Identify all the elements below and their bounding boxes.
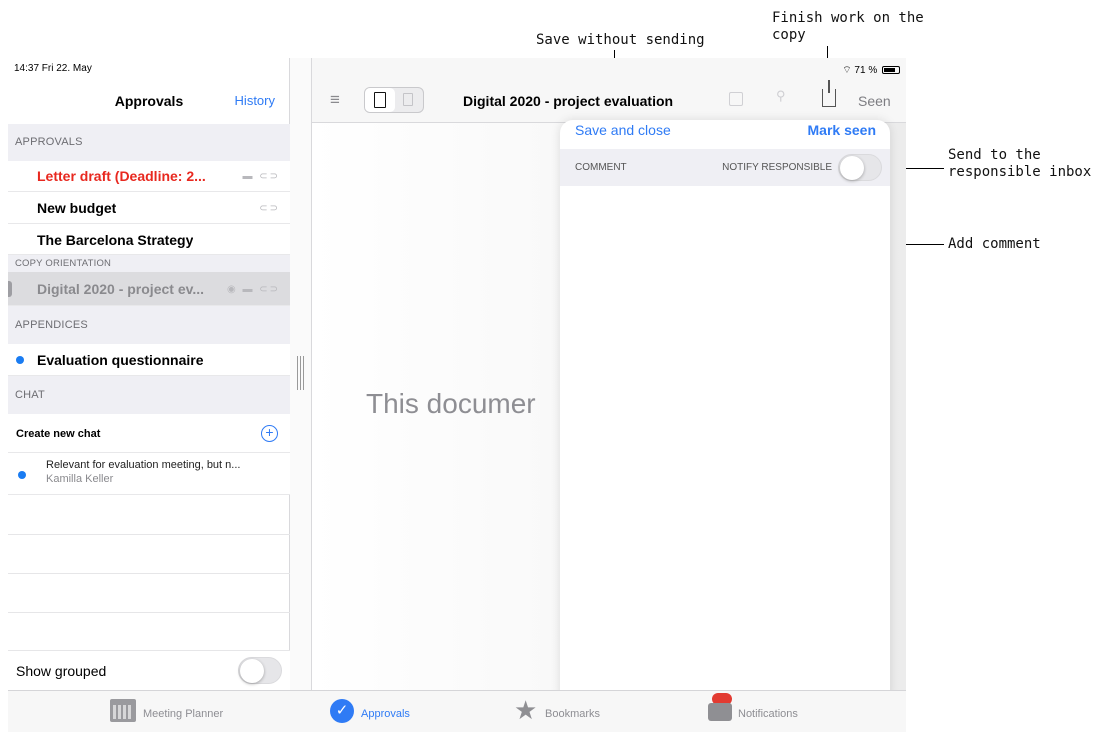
save-and-close-button[interactable]: Save and close	[575, 122, 671, 138]
approval-item-barcelona-strategy[interactable]: The Barcelona Strategy	[8, 224, 290, 255]
callout-send-to-inbox: Send to the responsible inbox	[948, 147, 1092, 180]
document-toolbar: ⌔ 71 % ≡ Digital 2020 - project evaluati…	[312, 58, 906, 123]
drag-handle-icon[interactable]	[297, 356, 304, 390]
status-time: 14:37 Fri 22. May	[14, 63, 92, 74]
appendix-item-evaluation-questionnaire[interactable]: Evaluation questionnaire	[8, 344, 290, 376]
show-grouped-label: Show grouped	[16, 663, 107, 679]
document-view-icon[interactable]	[365, 88, 395, 112]
tab-notifications[interactable]: Notifications	[706, 691, 826, 732]
list-separator	[8, 573, 290, 574]
battery-icon	[882, 66, 900, 74]
notification-bubble-icon	[708, 703, 732, 721]
section-header-approvals: APPROVALS	[8, 124, 290, 161]
list-separator	[8, 612, 290, 613]
calendar-icon	[110, 699, 136, 722]
show-grouped-row: Show grouped	[8, 650, 290, 690]
appendix-item-label: Evaluation questionnaire	[37, 352, 204, 368]
document-title: Digital 2020 - project evaluation	[463, 93, 674, 109]
callout-add-comment: Add comment	[948, 236, 1041, 252]
split-view-divider[interactable]	[290, 58, 312, 690]
chat-author: Kamilla Keller	[46, 473, 114, 485]
comment-textarea[interactable]	[560, 186, 890, 706]
create-new-chat-label: Create new chat	[16, 428, 101, 440]
ipad-screen: 14:37 Fri 22. May Approvals History APPR…	[8, 58, 906, 732]
callout-finish-work: Finish work on the copy	[772, 10, 924, 43]
approval-item-label: Letter draft (Deadline: 2...	[37, 168, 206, 184]
wifi-icon: ⌔	[842, 65, 852, 76]
tab-label: Bookmarks	[545, 708, 601, 720]
approval-item-letter-draft[interactable]: Letter draft (Deadline: 2... ▬ ⊂⊃	[8, 161, 290, 192]
edit-icon[interactable]	[729, 92, 743, 106]
bottom-tab-bar: Meeting Planner ✓ Approvals ★ Bookmarks …	[8, 690, 906, 732]
section-header-appendices: APPENDICES	[8, 306, 290, 344]
mark-seen-button[interactable]: Mark seen	[808, 122, 876, 138]
notify-responsible-label: NOTIFY RESPONSIBLE	[722, 162, 832, 173]
section-header-chat: CHAT	[8, 376, 290, 414]
attachment-icon: ⊂⊃	[259, 203, 280, 214]
comment-label: COMMENT	[575, 162, 627, 173]
menu-icon[interactable]: ≡	[330, 90, 340, 110]
show-grouped-toggle[interactable]	[238, 657, 282, 684]
tab-label: Notifications	[738, 708, 798, 720]
star-icon: ★	[514, 695, 538, 725]
comment-attachment-icons: ▬ ⊂⊃	[242, 171, 280, 182]
approval-item-label: The Barcelona Strategy	[37, 232, 194, 248]
tab-approvals[interactable]: ✓ Approvals	[330, 691, 440, 732]
callout-save-without-sending: Save without sending	[536, 32, 705, 48]
search-icon[interactable]: ⚲	[776, 88, 786, 104]
tab-bookmarks[interactable]: ★ Bookmarks	[514, 691, 634, 732]
seen-button[interactable]: Seen	[858, 93, 891, 109]
document-message: This documer	[366, 388, 536, 419]
approval-item-new-budget[interactable]: New budget ⊂⊃	[8, 192, 290, 224]
notify-responsible-toggle[interactable]	[838, 154, 882, 181]
comment-header: COMMENT NOTIFY RESPONSIBLE	[560, 149, 890, 186]
checkmark-badge-icon: ✓	[330, 699, 354, 723]
unread-dot-icon	[16, 356, 24, 364]
list-separator	[8, 534, 290, 535]
create-new-chat-row[interactable]: Create new chat +	[8, 414, 290, 453]
tab-label: Approvals	[361, 708, 410, 720]
selected-indicator	[8, 281, 12, 297]
tab-label: Meeting Planner	[143, 708, 224, 720]
status-indicators: ⌔ 71 %	[842, 64, 900, 77]
battery-percent: 71 %	[854, 65, 878, 76]
copy-orientation-item[interactable]: Digital 2020 - project ev... ◉ ▬ ⊂⊃	[8, 272, 290, 306]
left-panel: 14:37 Fri 22. May Approvals History APPR…	[8, 58, 290, 690]
tab-meeting-planner[interactable]: Meeting Planner	[108, 691, 238, 732]
unread-dot-icon	[18, 471, 26, 479]
share-icon[interactable]	[822, 80, 836, 107]
chat-list-item[interactable]: Relevant for evaluation meeting, but n..…	[8, 453, 290, 495]
history-button[interactable]: History	[235, 93, 275, 108]
edit-view-icon[interactable]	[403, 93, 413, 106]
copy-orientation-label: Digital 2020 - project ev...	[37, 281, 205, 297]
eye-comment-attachment-icons: ◉ ▬ ⊂⊃	[226, 284, 280, 295]
chat-message-preview: Relevant for evaluation meeting, but n..…	[46, 459, 241, 471]
section-header-copy-orientation: COPY ORIENTATION	[8, 255, 290, 272]
approval-item-label: New budget	[37, 200, 117, 216]
add-chat-icon[interactable]: +	[261, 425, 278, 442]
view-mode-segmented-control[interactable]	[364, 87, 424, 113]
comment-popover: Save and close Mark seen COMMENT NOTIFY …	[560, 120, 890, 706]
